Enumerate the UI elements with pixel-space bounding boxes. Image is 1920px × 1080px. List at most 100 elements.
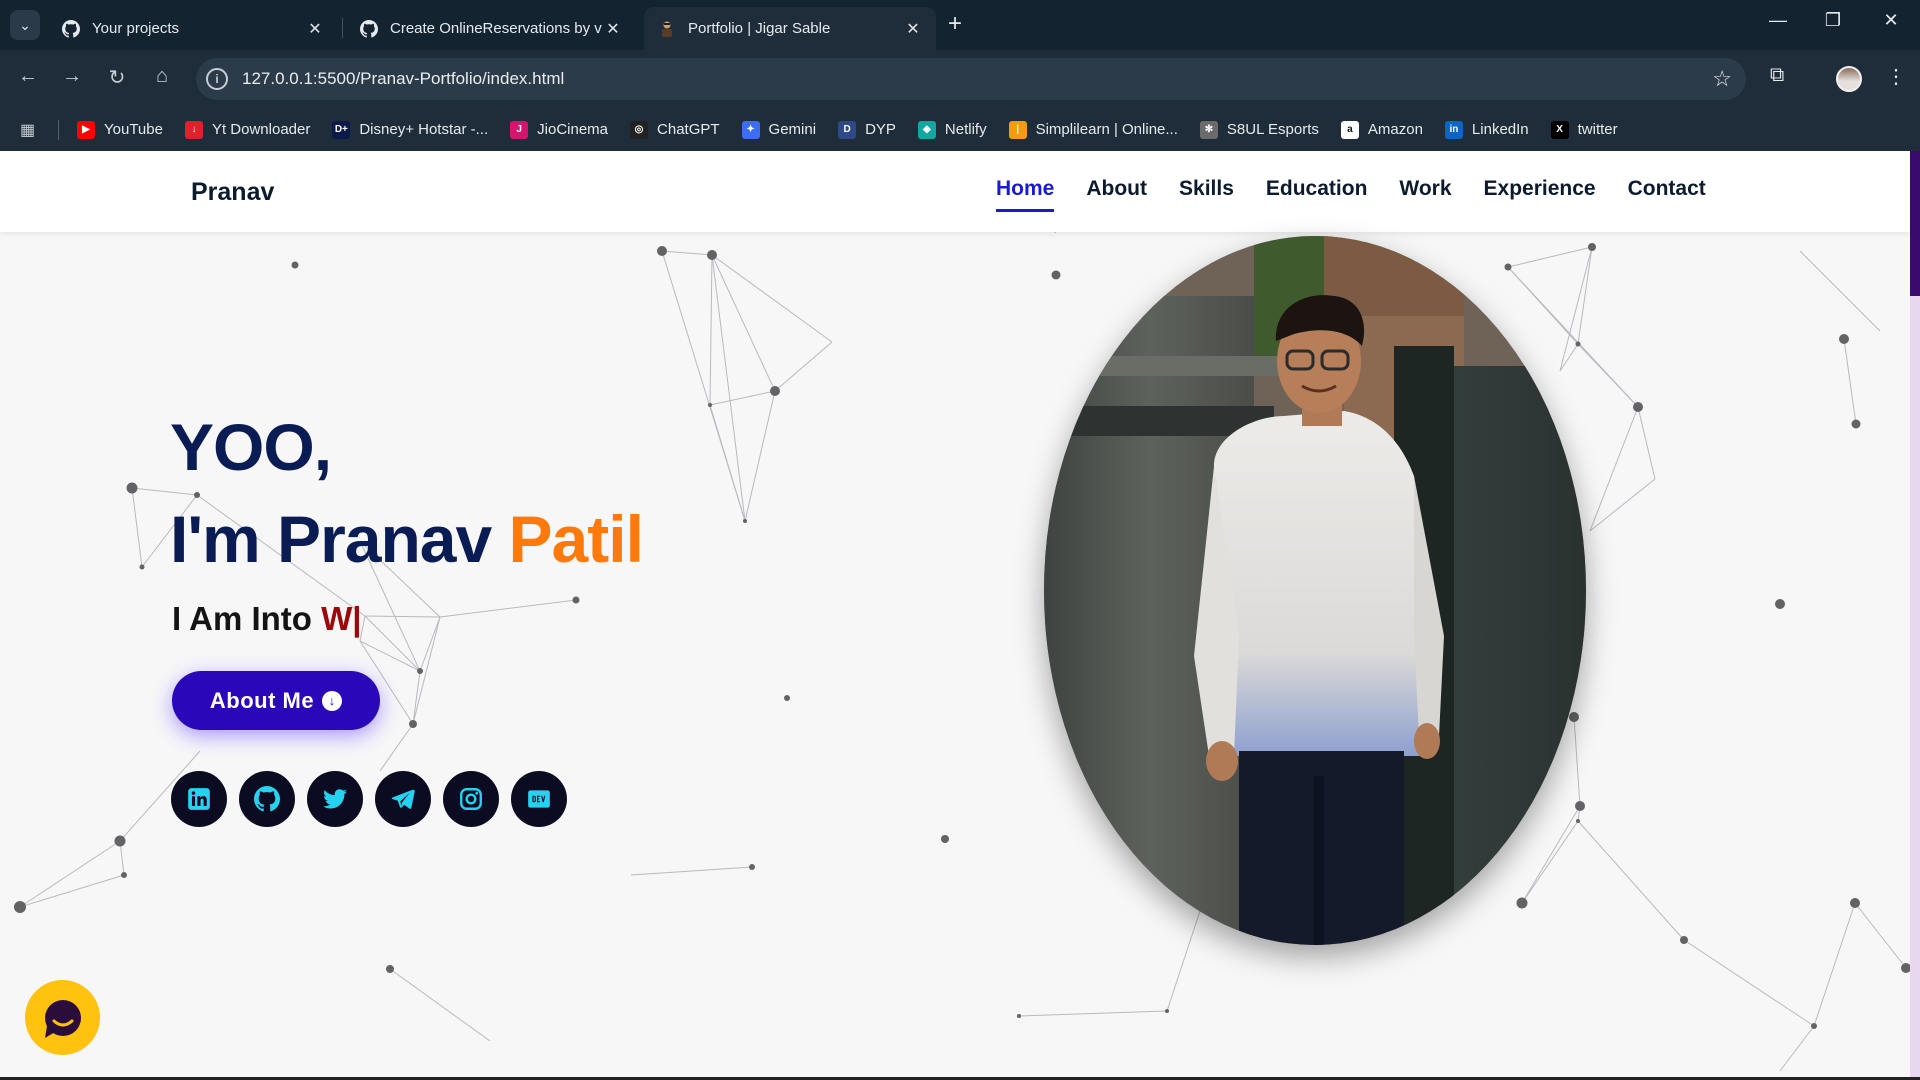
reload-button[interactable]: ↻ (103, 65, 131, 90)
tab-portfolio[interactable]: Portfolio | Jigar Sable ✕ (644, 7, 936, 50)
bookmark-label: JioCinema (537, 121, 609, 138)
linkedin-icon (188, 788, 210, 810)
tab-create-online-reservations[interactable]: Create OnlineReservations by v ✕ (346, 7, 636, 50)
hero-greeting: YOO, (170, 410, 332, 484)
bookmark-amazon[interactable]: a Amazon (1340, 120, 1423, 139)
bookmark-jiocinema[interactable]: J JioCinema (510, 120, 609, 139)
close-window-button[interactable]: ✕ (1876, 10, 1906, 31)
dev-link[interactable] (511, 771, 567, 827)
info-icon[interactable]: i (206, 68, 228, 90)
bookmark-favicon-icon: D (838, 120, 857, 139)
profile-photo-image (1044, 236, 1586, 945)
github-icon (254, 786, 280, 812)
bookmark-twitter[interactable]: Xtwitter (1550, 120, 1618, 139)
tab-title: Create OnlineReservations by v (390, 20, 602, 37)
bookmark-label: S8UL Esports (1226, 121, 1319, 138)
portfolio-page: Pranav Home About Skills Education Work … (0, 151, 1910, 1080)
telegram-link[interactable] (375, 771, 431, 827)
bookmark-favicon-icon: in (1444, 120, 1463, 139)
bookmark-label: twitter (1577, 121, 1618, 138)
profile-photo (1044, 236, 1586, 945)
typed-line: I Am Into W| (172, 600, 362, 638)
github-icon (62, 19, 80, 38)
bookmarks-bar: ▦ ▶ YouTube ↓ Yt Downloader D+ Disney+ Hotsta… (0, 108, 1920, 151)
bookmark-star-icon[interactable]: ☆ (1712, 66, 1732, 92)
bookmark-label: Yt Downloader (211, 121, 311, 138)
bookmark-netlify[interactable]: ◆ Netlify (917, 120, 987, 139)
twitter-link[interactable] (307, 771, 363, 827)
bookmark-label: Gemini (768, 121, 817, 138)
bookmark-label: Disney+ Hotstar -... (359, 121, 489, 138)
url-text[interactable]: 127.0.0.1:5500/Pranav-Portfolio/index.ht… (242, 69, 1712, 89)
bookmark-yt-downloader[interactable]: ↓ Yt Downloader (184, 120, 311, 139)
bookmark-label: ChatGPT (657, 121, 720, 138)
bookmark-favicon-icon: a (1340, 120, 1359, 139)
chevron-down-icon: ⌄ (19, 16, 31, 33)
bookmark-youtube[interactable]: ▶ YouTube (77, 120, 163, 139)
chat-widget-button[interactable] (25, 980, 100, 1055)
bookmark-chatgpt[interactable]: ◎ ChatGPT (630, 120, 720, 139)
bookmark-label: LinkedIn (1471, 121, 1529, 138)
tab-strip: ⌄ Your projects ✕ Create OnlineReservati… (0, 0, 1920, 50)
twitter-icon (323, 789, 347, 809)
typed-prefix: I Am Into (172, 600, 322, 637)
back-button[interactable]: ← (14, 65, 42, 88)
forward-button[interactable]: → (58, 65, 86, 88)
bookmark-disney-hotstar[interactable]: D+ Disney+ Hotstar -... (332, 120, 489, 139)
bookmark-favicon-icon: D+ (332, 120, 351, 139)
site-header: Pranav Home About Skills Education Work … (0, 151, 1910, 232)
profile-avatar[interactable] (1836, 66, 1862, 92)
apps-grid-icon[interactable]: ▦ (20, 120, 40, 140)
nav-experience[interactable]: Experience (1484, 177, 1596, 212)
telegram-icon (391, 789, 415, 809)
minimize-button[interactable]: — (1763, 10, 1793, 31)
dev-icon (528, 790, 550, 808)
nav-education[interactable]: Education (1266, 177, 1368, 212)
bookmark-label: YouTube (104, 121, 163, 138)
about-me-label: About Me (209, 687, 315, 713)
close-icon[interactable]: ✕ (904, 19, 922, 39)
arrow-down-circle-icon: ↓ (322, 690, 343, 711)
bookmark-favicon-icon: ✻ (1199, 120, 1218, 139)
hero-intro-name: I'm Pranav (170, 502, 509, 576)
tab-your-projects[interactable]: Your projects ✕ (48, 7, 338, 50)
tab-title: Portfolio | Jigar Sable (688, 20, 831, 37)
bookmark-list: ▶ YouTube ↓ Yt Downloader D+ Disney+ Hotstar … (77, 120, 1640, 139)
instagram-icon (460, 788, 482, 810)
about-me-button[interactable]: About Me ↓ (172, 671, 380, 730)
home-button[interactable]: ⌂ (148, 65, 176, 88)
close-icon[interactable]: ✕ (604, 19, 622, 39)
instagram-link[interactable] (443, 771, 499, 827)
nav-work[interactable]: Work (1399, 177, 1451, 212)
browser-chrome: ⌄ Your projects ✕ Create OnlineReservati… (0, 0, 1920, 151)
close-icon[interactable]: ✕ (306, 19, 324, 39)
scrollbar-thumb[interactable] (1910, 151, 1920, 296)
bookmark-s8ul-esports[interactable]: ✻ S8UL Esports (1199, 120, 1319, 139)
nav-home[interactable]: Home (996, 177, 1055, 212)
nav-about[interactable]: About (1086, 177, 1147, 212)
nav-contact[interactable]: Contact (1628, 177, 1706, 212)
chat-bubble-icon (44, 999, 81, 1038)
bookmark-dyp[interactable]: D DYP (838, 120, 896, 139)
bookmark-linkedin[interactable]: in LinkedIn (1444, 120, 1529, 139)
new-tab-button[interactable]: + (948, 12, 962, 36)
bookmark-favicon-icon: X (1550, 120, 1569, 139)
plus-icon: + (948, 10, 963, 37)
tab-divider (342, 18, 343, 38)
menu-dots-icon[interactable]: ⋮ (1886, 64, 1906, 89)
extensions-icon[interactable]: ⧉ (1770, 64, 1784, 87)
bookmark-simplilearn-online[interactable]: | Simplilearn | Online... (1008, 120, 1178, 139)
github-icon (360, 19, 378, 38)
typed-text: W| (321, 600, 362, 637)
hero-intro: I'm Pranav Patil (170, 501, 644, 577)
browser-toolbar: ← → ↻ ⌂ i 127.0.0.1:5500/Pranav-Portfoli… (0, 50, 1920, 108)
restore-button[interactable]: ❐ (1818, 10, 1848, 31)
bookmark-favicon-icon: ◎ (630, 120, 649, 139)
tab-search-button[interactable]: ⌄ (10, 10, 40, 40)
address-bar[interactable]: i 127.0.0.1:5500/Pranav-Portfolio/index.… (196, 58, 1746, 100)
site-brand[interactable]: Pranav (191, 178, 274, 207)
bookmark-gemini[interactable]: ✦ Gemini (741, 120, 817, 139)
linkedin-link[interactable] (171, 771, 227, 827)
github-link[interactable] (239, 771, 295, 827)
nav-skills[interactable]: Skills (1179, 177, 1234, 212)
